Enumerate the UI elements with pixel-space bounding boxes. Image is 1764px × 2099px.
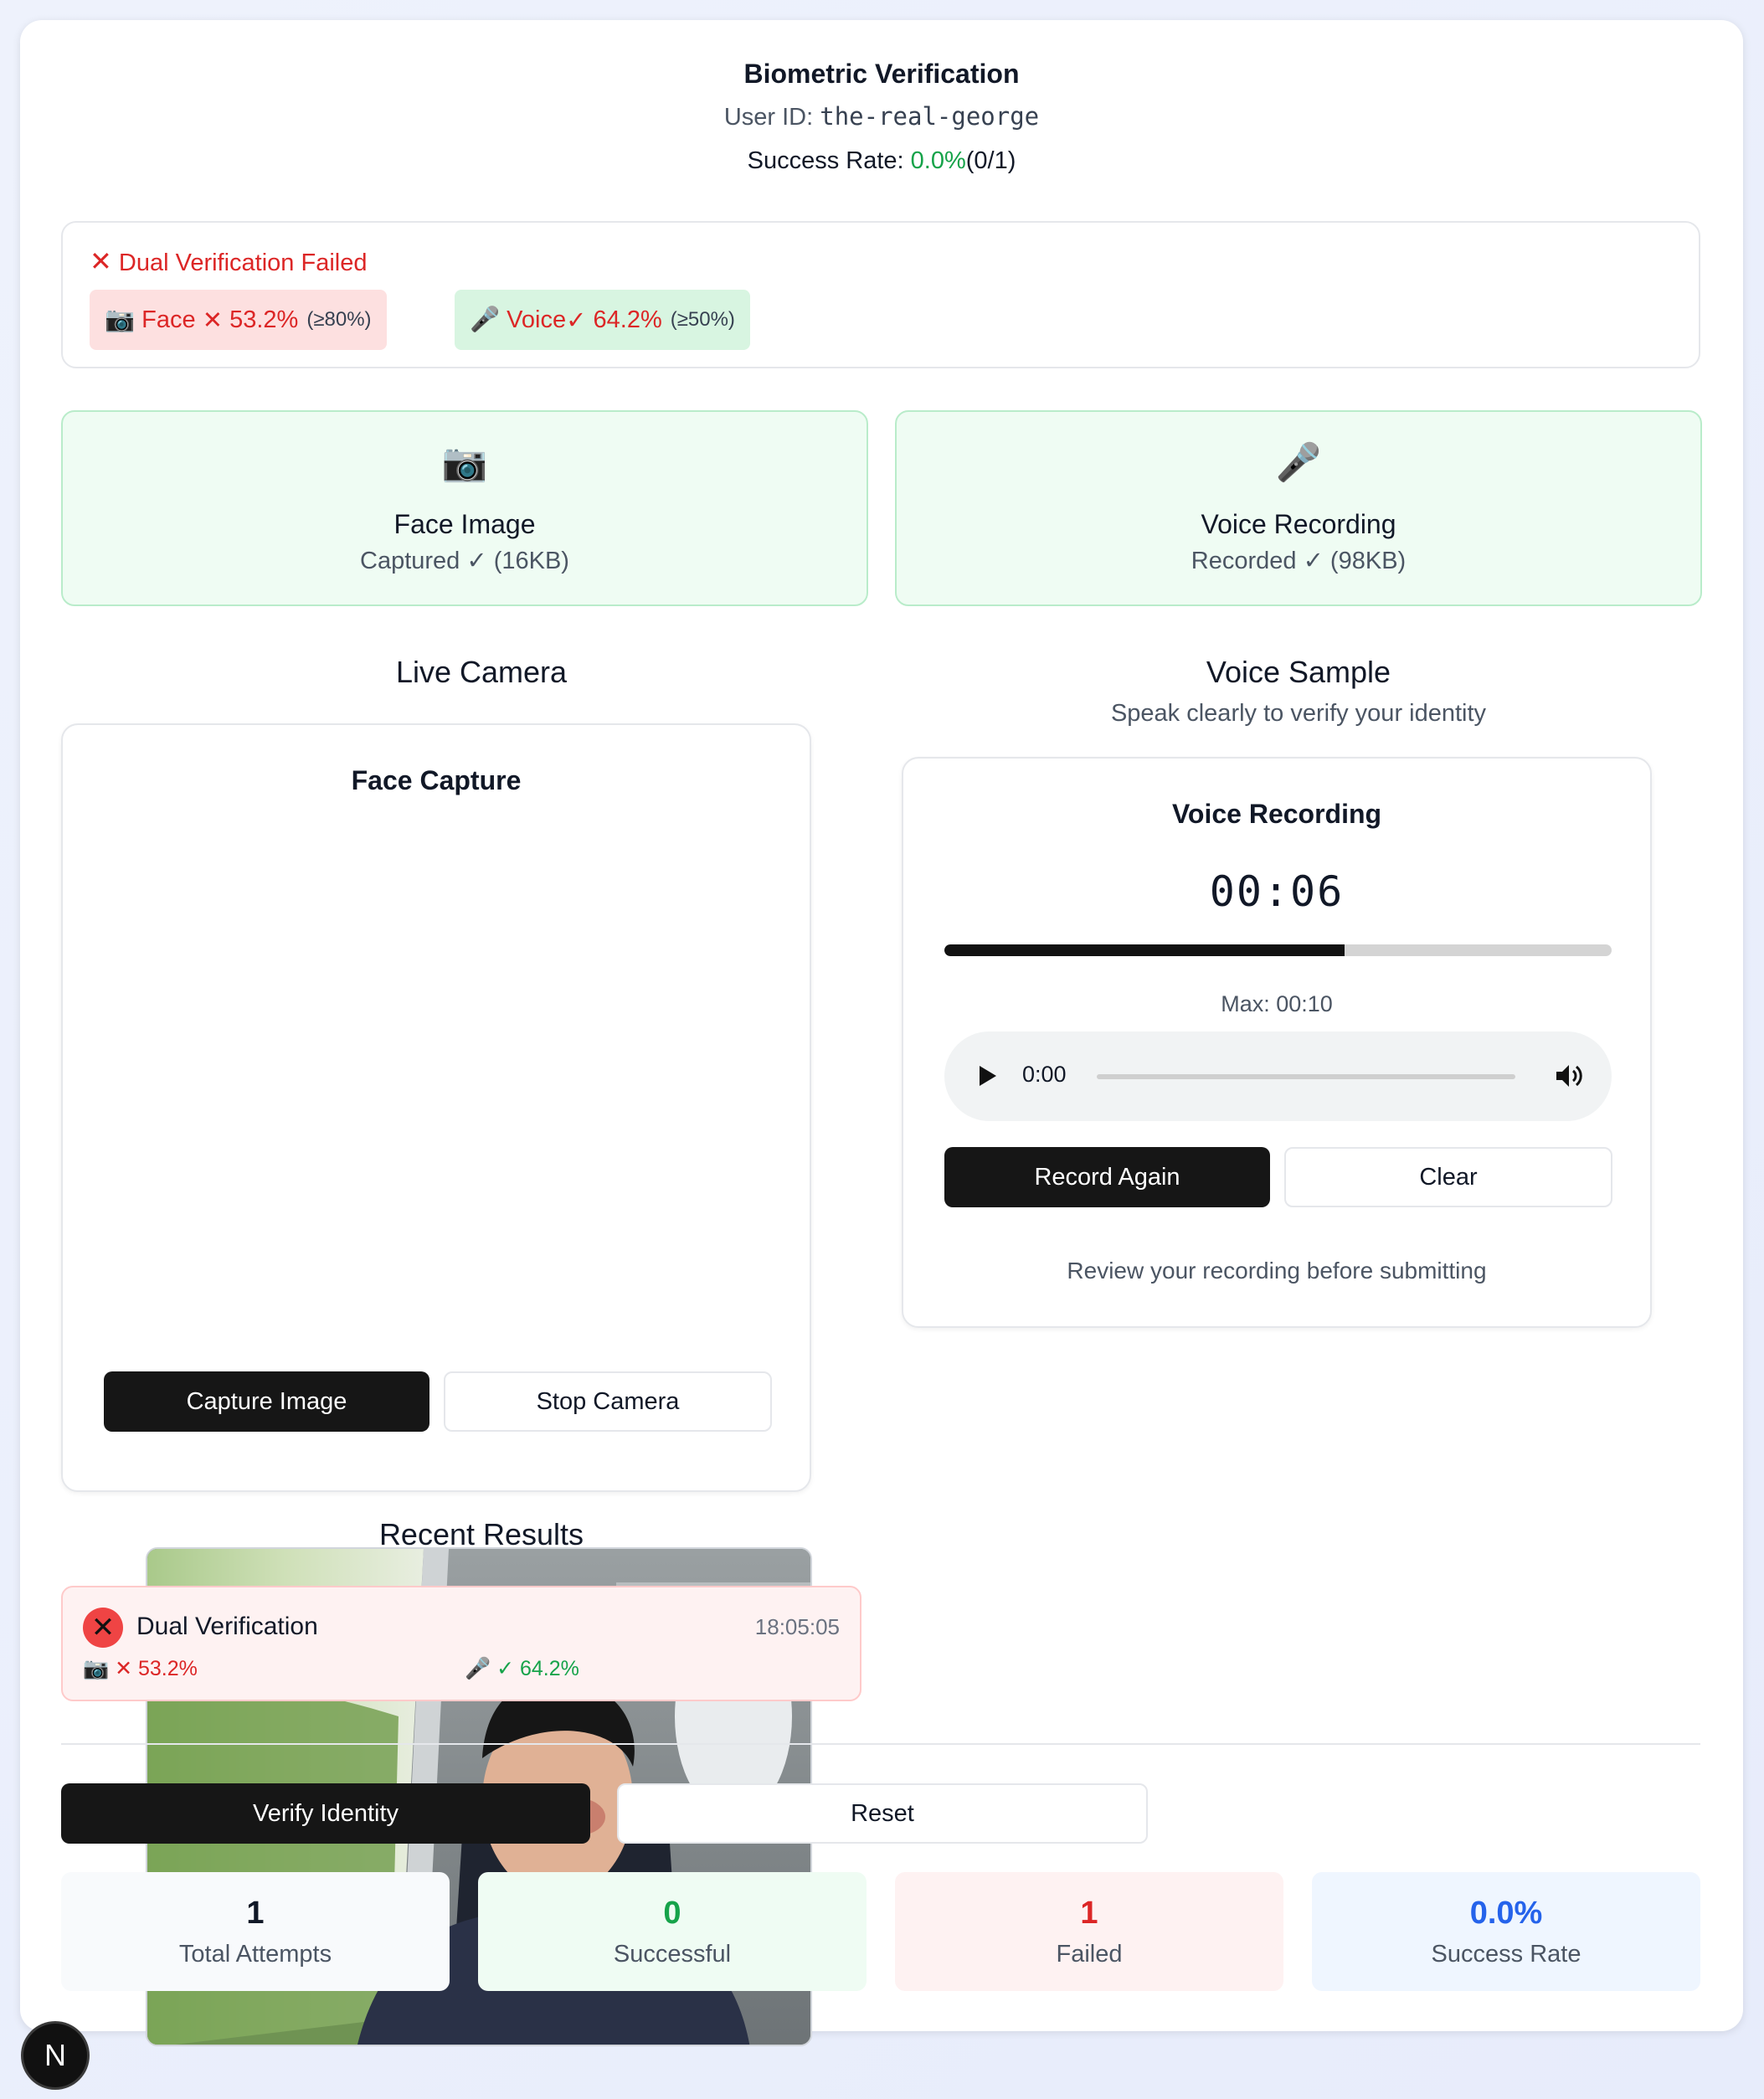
volume-icon[interactable] <box>1554 1062 1584 1090</box>
stat-successful: 0 Successful <box>478 1872 867 1991</box>
verification-result-panel: ✕ Dual Verification Failed 📷 Face ✕ 53.2… <box>61 221 1700 368</box>
record-again-button[interactable]: Record Again <box>944 1147 1270 1207</box>
face-capture-panel: Face Capture Capture Image Stop Camera <box>61 723 812 2046</box>
camera-icon: 📷 <box>441 442 488 483</box>
voice-chip-label: Voice <box>507 306 567 333</box>
max-duration-label: Max: 00:10 <box>1221 991 1333 1016</box>
voice-recording-title: Voice Recording <box>1201 509 1396 539</box>
result-time: 18:05:05 <box>754 1614 840 1639</box>
verify-identity-button[interactable]: Verify Identity <box>61 1783 590 1844</box>
voice-chip-threshold: (≥50%) <box>670 308 735 331</box>
user-id-label: User ID: <box>723 104 820 131</box>
voice-recording-panel: Voice Recording 00:06 Max: 00:10 0:00 Re… <box>902 757 1652 1328</box>
face-chip-score: 53.2% <box>229 306 299 333</box>
user-id-line: User ID: the-real-george <box>20 102 1743 131</box>
voice-chip-score: 64.2% <box>593 306 662 333</box>
face-image-status: Captured ✓ (16KB) <box>360 548 569 574</box>
recording-hint: Review your recording before submitting <box>1067 1258 1487 1284</box>
voice-score-chip: 🎤 Voice ✓ 64.2% (≥50%) <box>455 290 750 350</box>
face-chip-threshold: (≥80%) <box>306 308 372 331</box>
success-rate-value: 0.0% <box>910 147 966 174</box>
face-fail-mark: ✕ <box>202 306 224 334</box>
voice-recording-status: Recorded ✓ (98KB) <box>1191 548 1407 574</box>
failed-x-icon: ✕ <box>83 1608 123 1648</box>
reset-button[interactable]: Reset <box>617 1783 1148 1844</box>
stat-label: Success Rate <box>1431 1941 1581 1968</box>
audio-current-time: 0:00 <box>1022 1062 1067 1087</box>
voice-sample-subheading: Speak clearly to verify your identity <box>1110 700 1487 727</box>
section-divider <box>61 1743 1700 1745</box>
play-icon[interactable] <box>976 1063 1000 1088</box>
user-id-value: the-real-george <box>820 102 1040 131</box>
success-rate-line: Success Rate: 0.0%(0/1) <box>20 147 1743 175</box>
stat-success-rate: 0.0% Success Rate <box>1312 1872 1700 1991</box>
stat-value: 1 <box>1080 1896 1098 1931</box>
face-image-title: Face Image <box>393 509 536 539</box>
face-score-chip: 📷 Face ✕ 53.2% (≥80%) <box>90 290 387 350</box>
voice-recording-panel-title: Voice Recording <box>1171 799 1382 829</box>
stat-value: 1 <box>246 1896 265 1931</box>
page-title: Biometric Verification <box>743 59 1020 89</box>
stat-label: Failed <box>1056 1941 1123 1968</box>
fail-icon: ✕ <box>90 246 112 276</box>
face-chip-label: Face <box>141 306 196 333</box>
dev-tools-badge[interactable]: N <box>23 2024 87 2087</box>
result-item: ✕ Dual Verification 18:05:05 📷 ✕ 53.2% 🎤… <box>61 1586 861 1701</box>
microphone-icon: 🎤 <box>465 1657 491 1680</box>
result-voice-value: ✓ 64.2% <box>496 1657 579 1680</box>
voice-recording-status-card: 🎤 Voice Recording Recorded ✓ (98KB) <box>895 410 1702 606</box>
capture-image-button[interactable]: Capture Image <box>104 1371 429 1432</box>
verification-card: Biometric Verification User ID: the-real… <box>20 20 1743 2046</box>
success-rate-label: Success Rate: <box>747 147 911 174</box>
face-capture-title: Face Capture <box>351 765 522 795</box>
verification-status: ✕ Dual Verification Failed <box>90 245 367 277</box>
stat-total-attempts: 1 Total Attempts <box>61 1872 450 1991</box>
recording-progress-fill <box>944 944 1345 956</box>
stat-failed: 1 Failed <box>895 1872 1283 1991</box>
verification-status-text: Dual Verification Failed <box>118 250 368 276</box>
microphone-icon: 🎤 <box>470 306 501 333</box>
result-face-score: 📷 ✕ 53.2% <box>83 1657 198 1680</box>
voice-pass-mark: ✓ <box>566 306 587 334</box>
stat-value: 0.0% <box>1469 1896 1543 1931</box>
result-title: Dual Verification <box>136 1613 318 1640</box>
stat-label: Successful <box>613 1941 732 1968</box>
clear-recording-button[interactable]: Clear <box>1284 1147 1612 1207</box>
stat-value: 0 <box>663 1896 681 1931</box>
voice-sample-heading: Voice Sample <box>1206 655 1391 689</box>
live-camera-heading: Live Camera <box>395 655 568 689</box>
face-image-status-card: 📷 Face Image Captured ✓ (16KB) <box>61 410 868 606</box>
stop-camera-button[interactable]: Stop Camera <box>444 1371 772 1432</box>
camera-icon: 📷 <box>105 306 136 333</box>
audio-seek-bar[interactable] <box>1097 1074 1515 1079</box>
audio-player: 0:00 <box>944 1031 1612 1121</box>
recording-timer: 00:06 <box>1209 867 1345 916</box>
stat-label: Total Attempts <box>178 1941 332 1968</box>
result-voice-score: 🎤 ✓ 64.2% <box>465 1656 579 1681</box>
microphone-icon: 🎤 <box>1275 442 1322 483</box>
success-rate-count: (0/1) <box>965 147 1016 174</box>
recent-results-heading: Recent Results <box>378 1517 584 1551</box>
recording-progress-bar <box>944 944 1612 956</box>
